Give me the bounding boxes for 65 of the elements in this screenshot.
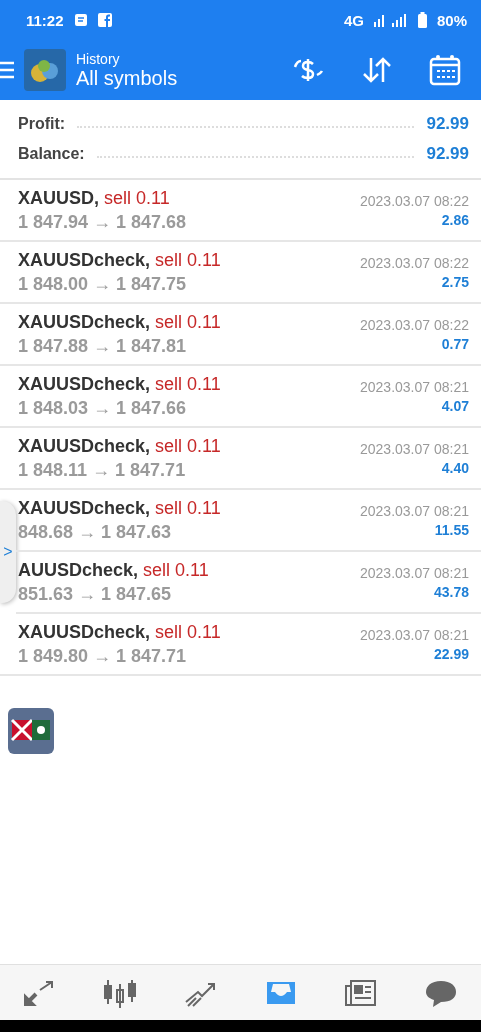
trade-row[interactable]: AUUSDcheck, sell 0.11 851.63 → 1 847.65 2023.03.07 08:21 43.78 [16,552,481,614]
trade-row[interactable]: XAUUSDcheck, sell 0.11 1 848.00 → 1 847.75 2023.03.07 08:22 2.75 [0,242,481,304]
trade-volume: sell 0.11 [155,435,221,457]
battery-level: 80% [436,11,467,29]
trade-profit: 43.78 [433,583,469,600]
trade-row[interactable]: XAUUSDcheck, sell 0.11 1 848.11 → 1 847.71 2023.03.07 08:21 4.40 [0,428,481,490]
trade-volume: sell 0.11 [155,373,221,395]
trade-profit: 2.86 [441,211,469,228]
trade-row[interactable]: XAUUSDcheck, sell 0.11 1 847.88 → 1 847.81 2023.03.07 08:22 0.77 [0,304,481,366]
trade-prices: 1 848.03 → 1 847.66 [18,397,187,419]
trade-prices: 1 848.00 → 1 847.75 [18,273,187,295]
trade-prices: 848.68 → 1 847.63 [18,521,172,543]
screen-subtitle: History [76,50,121,67]
trade-profit: 11.55 [434,521,469,538]
summary-value: 92.99 [426,114,469,134]
trade-row[interactable]: XAUUSDcheck, sell 0.11 848.68 → 1 847.63 2023.03.07 08:21 11.55 [16,490,481,552]
trade-profit: 4.07 [441,397,469,414]
trade-volume: sell 0.11 [104,187,170,209]
trade-row[interactable]: XAUUSD, sell 0.11 1 847.94 → 1 847.68 2023.03.07 08:22 2.86 [0,180,481,242]
side-panel-handle[interactable]: > [0,501,16,603]
menu-icon[interactable] [0,61,14,79]
trade-profit: 4.40 [441,459,469,476]
trade-time: 2023.03.07 08:22 [360,316,469,333]
trade-row[interactable]: XAUUSDcheck, sell 0.11 1 848.03 → 1 847.66 2023.03.07 08:21 4.07 [0,366,481,428]
trade-symbol: AUUSDcheck, [18,559,139,581]
trade-time: 2023.03.07 08:21 [360,626,469,643]
clock-time: 11:22 [26,11,64,29]
trade-row[interactable]: XAUUSDcheck, sell 0.11 1 849.80 → 1 847.71 2023.03.07 08:21 22.99 [0,614,481,676]
trade-volume: sell 0.11 [155,311,221,333]
trade-volume: sell 0.11 [143,559,209,581]
trade-symbol: XAUUSDcheck, [18,373,151,395]
trade-time: 2023.03.07 08:21 [360,440,469,457]
trade-symbol: XAUUSDcheck, [18,249,151,271]
network-type: 4G [343,11,364,29]
trade-volume: sell 0.11 [155,249,221,271]
trade-symbol: XAUUSDcheck, [18,435,151,457]
trade-symbol: XAUUSD, [18,187,99,209]
trade-time: 2023.03.07 08:21 [360,502,469,519]
trade-time: 2023.03.07 08:22 [360,192,469,209]
trade-symbol: XAUUSDcheck, [18,311,151,333]
trade-time: 2023.03.07 08:21 [360,564,469,581]
trade-prices: 1 847.94 → 1 847.68 [18,211,187,233]
language-app-icon[interactable] [8,708,54,754]
trade-profit: 2.75 [441,273,469,290]
trade-symbol: XAUUSDcheck, [18,621,151,643]
facebook-icon [97,13,112,27]
trade-symbol: XAUUSDcheck, [18,497,151,519]
summary-label: Profit: [18,115,66,133]
screen-title: All symbols [76,66,179,90]
trade-prices: 1 848.11 → 1 847.71 [18,459,186,481]
trade-profit: 0.77 [441,335,469,352]
summary-label: Balance: [18,145,85,163]
summary-value: 92.99 [426,144,469,164]
message-icon [73,13,88,27]
signal-icon [373,13,408,27]
trade-volume: sell 0.11 [155,497,221,519]
app-logo-icon [24,49,66,91]
trade-prices: 851.63 → 1 847.65 [18,583,172,605]
trade-time: 2023.03.07 08:22 [360,254,469,271]
trade-prices: 1 847.88 → 1 847.81 [18,335,187,357]
trade-prices: 1 849.80 → 1 847.71 [18,645,187,667]
trade-volume: sell 0.11 [155,621,221,643]
trade-time: 2023.03.07 08:21 [360,378,469,395]
trade-profit: 22.99 [433,645,469,662]
battery-icon [417,12,427,28]
